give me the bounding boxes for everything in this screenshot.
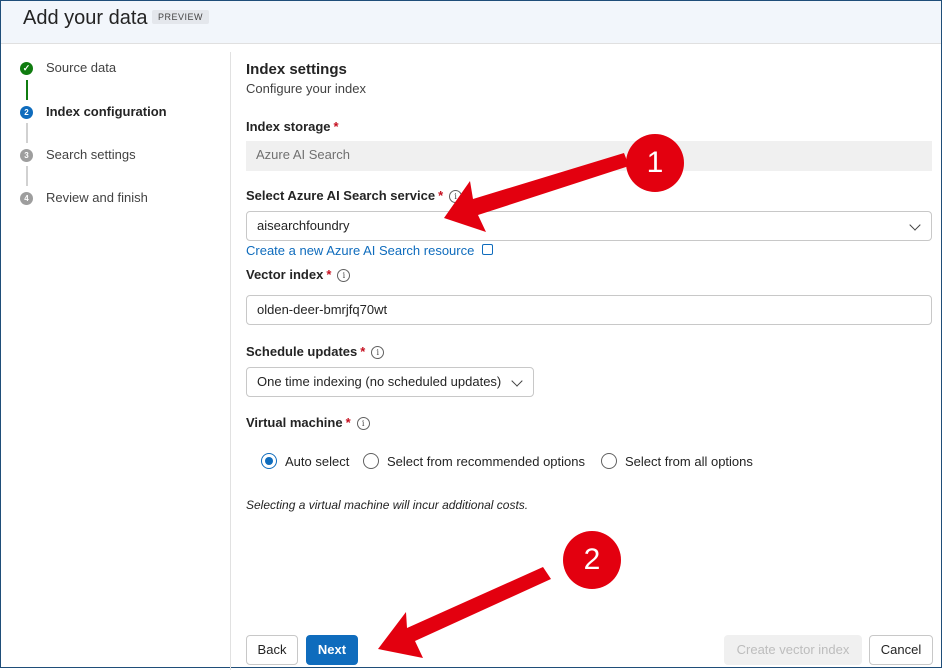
annotation-arrows: [378, 153, 629, 658]
callout-2: 2: [563, 531, 621, 589]
callout-1: 1: [626, 134, 684, 192]
arrow-to-search-service: [444, 153, 629, 232]
arrow-to-next-button: [378, 567, 551, 658]
